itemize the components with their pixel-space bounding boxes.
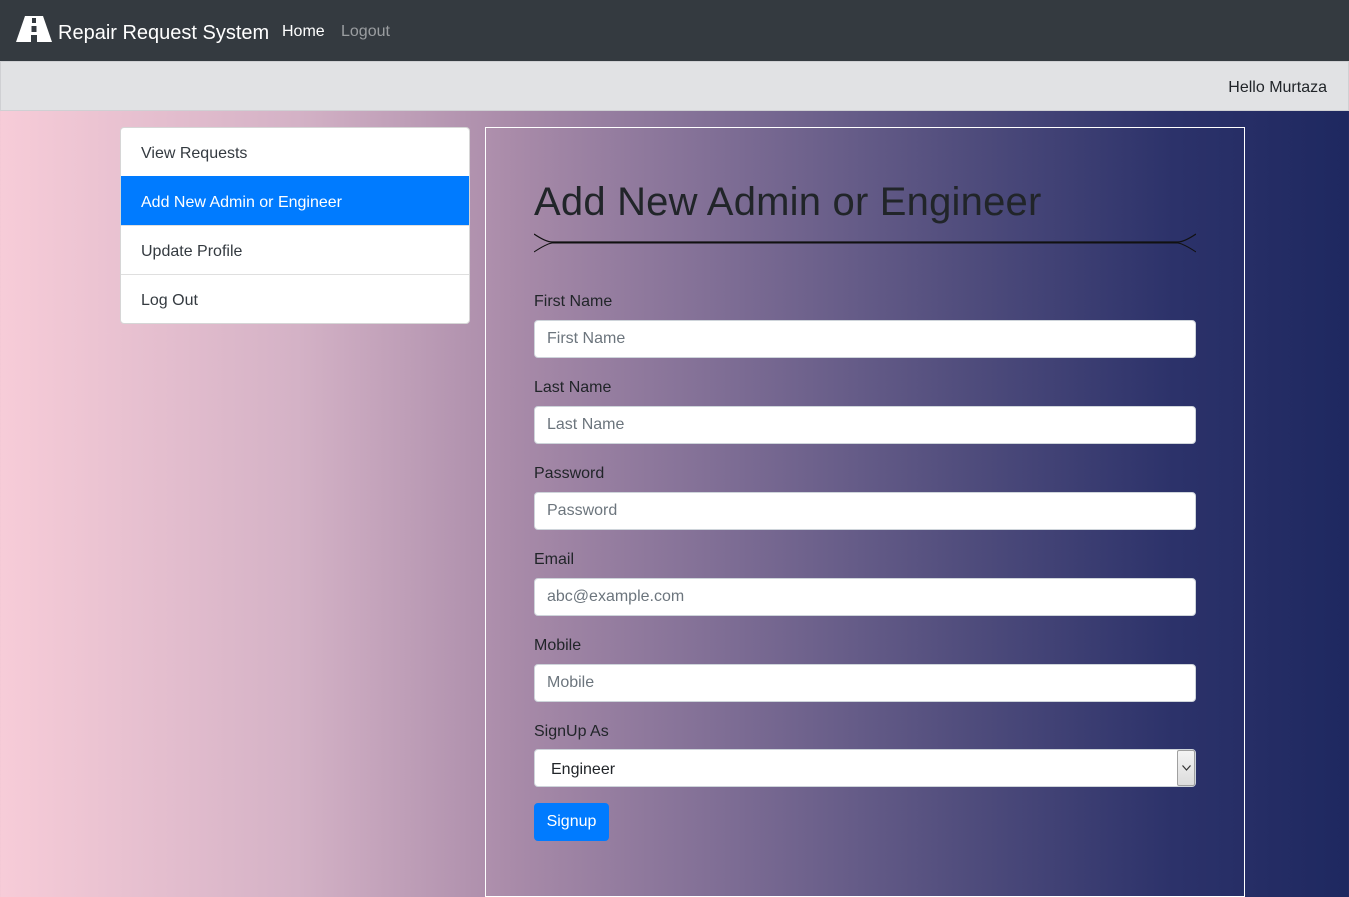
road-icon[interactable] <box>16 16 52 42</box>
top-navbar: Repair Request System Home Logout <box>0 0 1349 61</box>
signup-as-selected-value: Engineer <box>551 761 616 778</box>
password-label: Password <box>534 465 605 482</box>
user-greeting: Hello Murtaza <box>1228 79 1327 96</box>
sidebar-item-log-out[interactable]: Log Out <box>121 274 469 323</box>
page-title: Add New Admin or Engineer <box>534 180 1042 224</box>
greeting-bar: Hello Murtaza <box>0 61 1349 111</box>
signup-as-select[interactable]: Engineer <box>534 749 1196 787</box>
email-label: Email <box>534 551 575 568</box>
email-input[interactable] <box>534 578 1196 616</box>
first-name-input[interactable] <box>534 320 1196 358</box>
chevron-down-icon <box>1182 765 1191 771</box>
first-name-label: First Name <box>534 293 613 310</box>
signup-as-label: SignUp As <box>534 723 609 740</box>
sidebar-item-view-requests[interactable]: View Requests <box>121 128 469 176</box>
sidebar-item-add-admin-engineer[interactable]: Add New Admin or Engineer <box>121 176 469 225</box>
dropdown-button[interactable] <box>1177 750 1195 786</box>
sidebar-menu: View Requests Add New Admin or Engineer … <box>120 127 470 324</box>
nav-logout-link[interactable]: Logout <box>341 23 390 41</box>
mobile-input[interactable] <box>534 664 1196 702</box>
sidebar-item-update-profile[interactable]: Update Profile <box>121 225 469 274</box>
last-name-input[interactable] <box>534 406 1196 444</box>
mobile-label: Mobile <box>534 637 582 654</box>
nav-home-link[interactable]: Home <box>282 23 325 41</box>
last-name-label: Last Name <box>534 379 612 396</box>
title-divider <box>534 233 1196 253</box>
signup-button[interactable]: Signup <box>534 803 609 841</box>
brand-title[interactable]: Repair Request System <box>58 22 269 45</box>
password-input[interactable] <box>534 492 1196 530</box>
add-user-form: Add New Admin or Engineer First Name Las… <box>485 127 1245 897</box>
